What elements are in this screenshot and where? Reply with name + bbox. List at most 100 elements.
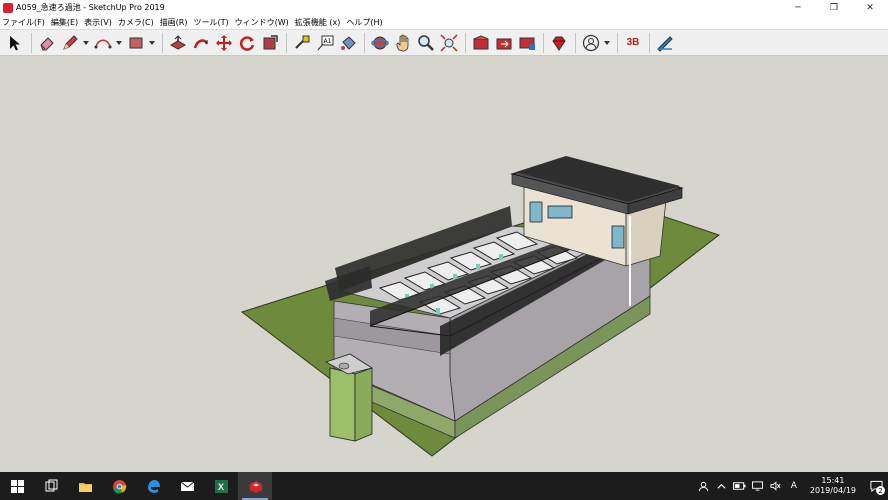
text-label-tool-button[interactable]: A1 <box>314 32 336 54</box>
menu-draw[interactable]: 描画(R) <box>160 17 188 28</box>
clock-time: 15:41 <box>821 476 845 485</box>
follow-me-icon <box>193 38 209 48</box>
toolbar-separator <box>575 32 576 53</box>
excel-icon-letter: X <box>218 482 224 492</box>
follow-me-tool-button[interactable] <box>190 32 212 54</box>
orbit-icon <box>371 36 389 49</box>
tape-measure-tool-button[interactable] <box>291 32 313 54</box>
main-toolbar: A1 3B <box>0 29 888 56</box>
toolbar-separator <box>649 32 650 53</box>
speaker-muted-icon[interactable] <box>768 472 784 500</box>
push-pull-icon <box>169 34 187 50</box>
menu-camera[interactable]: カメラ(C) <box>118 17 154 28</box>
rotate-icon <box>239 35 255 51</box>
sketchup-icon <box>249 480 262 493</box>
people-icon[interactable] <box>696 472 712 500</box>
sketchup-app-icon <box>3 2 13 13</box>
toolbar-separator <box>617 32 618 53</box>
orbit-tool-button[interactable] <box>369 32 391 54</box>
edge-icon <box>147 479 160 493</box>
chrome-taskbar-button[interactable] <box>102 472 136 500</box>
ruby-tool-button[interactable] <box>548 32 570 54</box>
rotate-tool-button[interactable] <box>236 32 258 54</box>
menu-file[interactable]: ファイル(F) <box>2 17 45 28</box>
chevron-down-icon[interactable] <box>82 40 89 45</box>
control-window-right <box>611 225 625 249</box>
ime-mode-indicator[interactable]: A <box>786 472 802 500</box>
menu-help[interactable]: ヘルプ(H) <box>346 17 382 28</box>
close-button[interactable]: ✕ <box>852 0 888 15</box>
extension-warehouse-tool-button[interactable] <box>516 32 538 54</box>
layout-icon <box>657 35 673 52</box>
menu-window[interactable]: ウィンドウ(W) <box>235 17 289 28</box>
chevron-down-icon[interactable] <box>603 40 610 45</box>
layout-tool-button[interactable] <box>654 32 676 54</box>
notification-count: 2 <box>876 486 885 495</box>
zoom-icon <box>418 34 434 51</box>
maximize-button[interactable]: ❐ <box>816 0 852 15</box>
eraser-icon <box>40 36 54 50</box>
text-label-icon: A1 <box>317 35 334 50</box>
move-tool-button[interactable] <box>213 32 235 54</box>
chevron-down-icon[interactable] <box>148 40 155 45</box>
taskbar-clock[interactable]: 15:41 2019/04/19 <box>810 476 856 496</box>
model-viewport[interactable] <box>0 56 888 472</box>
toolbar-separator <box>543 32 544 53</box>
menu-edit[interactable]: 編集(E) <box>51 17 78 28</box>
toolbar-separator <box>162 32 163 53</box>
chevron-up-icon[interactable] <box>714 472 730 500</box>
rectangle-tool-button[interactable] <box>125 32 147 54</box>
clock-date: 2019/04/19 <box>809 486 856 495</box>
system-tray: A 15:41 2019/04/19 2 <box>696 472 888 500</box>
task-view-taskbar-button[interactable] <box>34 472 68 500</box>
taskbar-apps: X <box>0 472 272 500</box>
zoom-tool-button[interactable] <box>415 32 437 54</box>
chevron-down-icon[interactable] <box>115 40 122 45</box>
account-tool-button[interactable] <box>580 32 602 54</box>
scale-tool-button[interactable] <box>259 32 281 54</box>
3b-tool-button[interactable]: 3B <box>622 32 644 54</box>
model-canvas[interactable] <box>0 56 888 472</box>
windows-start-taskbar-button[interactable] <box>0 472 34 500</box>
excel-taskbar-button[interactable]: X <box>204 472 238 500</box>
sketchup-taskbar-button[interactable] <box>238 472 272 500</box>
warehouse-tool-button[interactable] <box>470 32 492 54</box>
title-bar: A059_急速ろ過池 - SketchUp Pro 2019 ─ ❐ ✕ <box>0 0 888 15</box>
pencil-tool-button[interactable] <box>59 32 81 54</box>
pencil-icon <box>63 34 78 50</box>
windows-start-icon <box>10 479 24 493</box>
control-window-center <box>547 205 573 219</box>
battery-icon[interactable] <box>732 472 748 500</box>
push-pull-tool-button[interactable] <box>167 32 189 54</box>
account-icon <box>582 34 600 51</box>
minimize-button[interactable]: ─ <box>780 0 816 15</box>
toolbar-separator <box>465 32 466 53</box>
toolbar-separator <box>364 32 365 53</box>
zoom-extents-tool-button[interactable] <box>438 32 460 54</box>
file-explorer-taskbar-button[interactable] <box>68 472 102 500</box>
share-model-tool-button[interactable] <box>493 32 515 54</box>
eraser-tool-button[interactable] <box>36 32 58 54</box>
text-label-icon-text: A1 <box>324 38 332 45</box>
menu-view[interactable]: 表示(V) <box>84 17 112 28</box>
toolbar-separator <box>286 32 287 53</box>
notification-center-button[interactable]: 2 <box>864 472 888 500</box>
zoom-extents-icon <box>440 33 458 52</box>
arc-tool-button[interactable] <box>92 32 114 54</box>
3b-icon: 3B <box>626 37 640 48</box>
excel-icon: X <box>214 479 228 493</box>
pan-hand-tool-button[interactable] <box>392 32 414 54</box>
paint-bucket-tool-button[interactable] <box>337 32 359 54</box>
edge-taskbar-button[interactable] <box>136 472 170 500</box>
mail-icon <box>180 481 194 491</box>
window-title: A059_急速ろ過池 - SketchUp Pro 2019 <box>16 3 165 12</box>
monitor-icon[interactable] <box>750 472 766 500</box>
mail-taskbar-button[interactable] <box>170 472 204 500</box>
menu-tools[interactable]: ツール(T) <box>194 17 229 28</box>
move-icon <box>216 34 232 51</box>
menu-extensions[interactable]: 拡張機能 (x) <box>295 17 341 28</box>
select-arrow-icon <box>10 35 20 50</box>
chrome-icon <box>112 479 126 493</box>
warehouse-icon <box>473 34 489 49</box>
select-arrow-tool-button[interactable] <box>4 32 26 54</box>
